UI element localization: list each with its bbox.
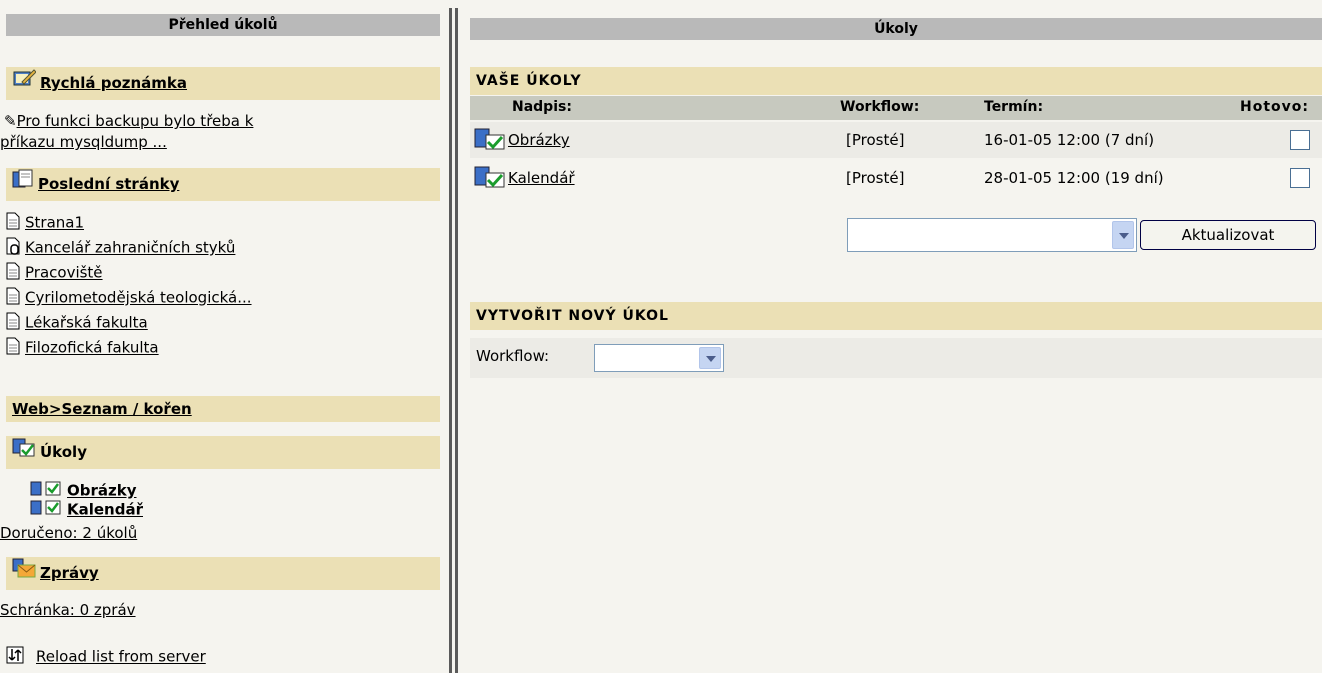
panel-divider — [449, 8, 452, 673]
breadcrumb: Web>Seznam / kořen — [6, 396, 440, 422]
quick-note-text-2[interactable]: příkazu mysqldump ... — [0, 133, 167, 151]
checked-task-icon — [30, 481, 62, 501]
quick-note-link[interactable]: Rychlá poznámka — [40, 74, 187, 92]
task-deadline: 16-01-05 12:00 (7 dní) — [984, 131, 1155, 149]
inbox-count[interactable]: Schránka: 0 zpráv — [0, 601, 136, 619]
quick-note-text[interactable]: ✎Pro funkci backupu bylo třeba k — [4, 112, 253, 130]
tasks-icon — [12, 436, 36, 469]
quick-note-line1[interactable]: Pro funkci backupu bylo třeba k — [17, 112, 254, 130]
workflow-select[interactable] — [594, 344, 724, 372]
task-list-item[interactable]: Kalendář — [30, 500, 143, 520]
recent-page-label[interactable]: Pracoviště — [25, 264, 103, 282]
col-deadline-header: Termín: — [984, 99, 1044, 115]
delivered-link[interactable]: Doručeno: 2 úkolů — [0, 524, 137, 542]
recent-pages-link[interactable]: Poslední stránky — [38, 175, 179, 193]
left-panel: Přehled úkolů Rychlá poznámka ✎Pro funkc… — [0, 0, 440, 673]
task-list-item[interactable]: Obrázky — [30, 481, 137, 501]
recent-page-label[interactable]: Lékařská fakulta — [25, 314, 148, 332]
delivered-count[interactable]: Doručeno: 2 úkolů — [0, 524, 137, 542]
panel-divider — [455, 8, 458, 673]
task-link[interactable]: Obrázky — [67, 482, 137, 500]
left-panel-title: Přehled úkolů — [6, 14, 440, 36]
recent-page-item[interactable]: Lékařská fakulta — [6, 312, 148, 334]
task-workflow: [Prosté] — [846, 131, 905, 149]
done-checkbox[interactable] — [1290, 130, 1310, 150]
recent-page-item[interactable]: Pracoviště — [6, 262, 103, 284]
right-panel: Úkoly VAŠE ÚKOLY Nadpis: Workflow: Termí… — [470, 0, 1322, 673]
checked-task-icon — [30, 500, 62, 520]
reload-row[interactable]: Reload list from server — [6, 646, 206, 668]
recent-page-label[interactable]: Cyrilometodějská teologická... — [25, 289, 252, 307]
breadcrumb-link[interactable]: Web>Seznam / kořen — [12, 400, 192, 418]
recent-page-item[interactable]: Cyrilometodějská teologická... — [6, 287, 252, 309]
task-workflow: [Prosté] — [846, 169, 905, 187]
pages-icon — [12, 168, 34, 201]
col-done-header: Hotovo: — [1240, 99, 1309, 115]
tasks-heading: Úkoly — [40, 443, 87, 461]
col-title-header: Nadpis: — [512, 99, 572, 115]
workflow-label: Workflow: — [476, 347, 550, 365]
messages-link[interactable]: Zprávy — [40, 564, 99, 582]
chevron-down-icon[interactable] — [699, 347, 721, 369]
task-row-icon — [474, 128, 506, 154]
attachment-document-icon — [6, 237, 20, 259]
right-panel-title: Úkoly — [470, 18, 1322, 40]
new-task-heading: VYTVOŘIT NOVÝ ÚKOL — [470, 302, 1322, 330]
quick-note-header: Rychlá poznámka — [6, 67, 440, 100]
col-workflow-header: Workflow: — [840, 99, 920, 115]
done-checkbox[interactable] — [1290, 168, 1310, 188]
my-tasks-heading: VAŠE ÚKOLY — [470, 67, 1322, 95]
table-row: Obrázky [Prosté] 16-01-05 12:00 (7 dní) — [470, 122, 1322, 158]
tasks-table-header: Nadpis: Workflow: Termín: Hotovo: — [470, 96, 1322, 120]
task-row-icon — [474, 166, 506, 192]
recent-page-item[interactable]: Filozofická fakulta — [6, 337, 159, 359]
messages-header: Zprávy — [6, 557, 440, 590]
recent-page-label[interactable]: Kancelář zahraničních styků — [25, 239, 235, 257]
tasks-header: Úkoly — [6, 436, 440, 469]
envelope-icon — [12, 557, 36, 590]
document-icon — [6, 312, 20, 334]
note-pad-icon — [12, 67, 37, 100]
recent-pages-header: Poslední stránky — [6, 168, 440, 201]
document-icon — [6, 262, 20, 284]
chevron-down-icon[interactable] — [1112, 221, 1134, 249]
pencil-icon: ✎ — [4, 112, 17, 130]
reload-icon — [6, 646, 24, 668]
inbox-link[interactable]: Schránka: 0 zpráv — [0, 601, 136, 619]
table-row: Kalendář [Prosté] 28-01-05 12:00 (19 dní… — [470, 160, 1322, 196]
task-title-link[interactable]: Obrázky — [508, 131, 570, 149]
quick-note-line2[interactable]: příkazu mysqldump ... — [0, 133, 167, 151]
document-icon — [6, 212, 20, 234]
document-icon — [6, 287, 20, 309]
recent-page-item[interactable]: Kancelář zahraničních styků — [6, 237, 235, 259]
task-title-link[interactable]: Kalendář — [508, 169, 575, 187]
reload-link[interactable]: Reload list from server — [36, 648, 206, 666]
recent-page-item[interactable]: Strana1 — [6, 212, 84, 234]
recent-page-label[interactable]: Strana1 — [25, 214, 84, 232]
task-link[interactable]: Kalendář — [67, 501, 143, 519]
task-deadline: 28-01-05 12:00 (19 dní) — [984, 169, 1164, 187]
new-task-form: Workflow: — [470, 338, 1322, 378]
document-icon — [6, 337, 20, 359]
recent-page-label[interactable]: Filozofická fakulta — [25, 339, 159, 357]
update-button[interactable]: Aktualizovat — [1140, 220, 1316, 250]
action-select[interactable] — [847, 218, 1137, 252]
